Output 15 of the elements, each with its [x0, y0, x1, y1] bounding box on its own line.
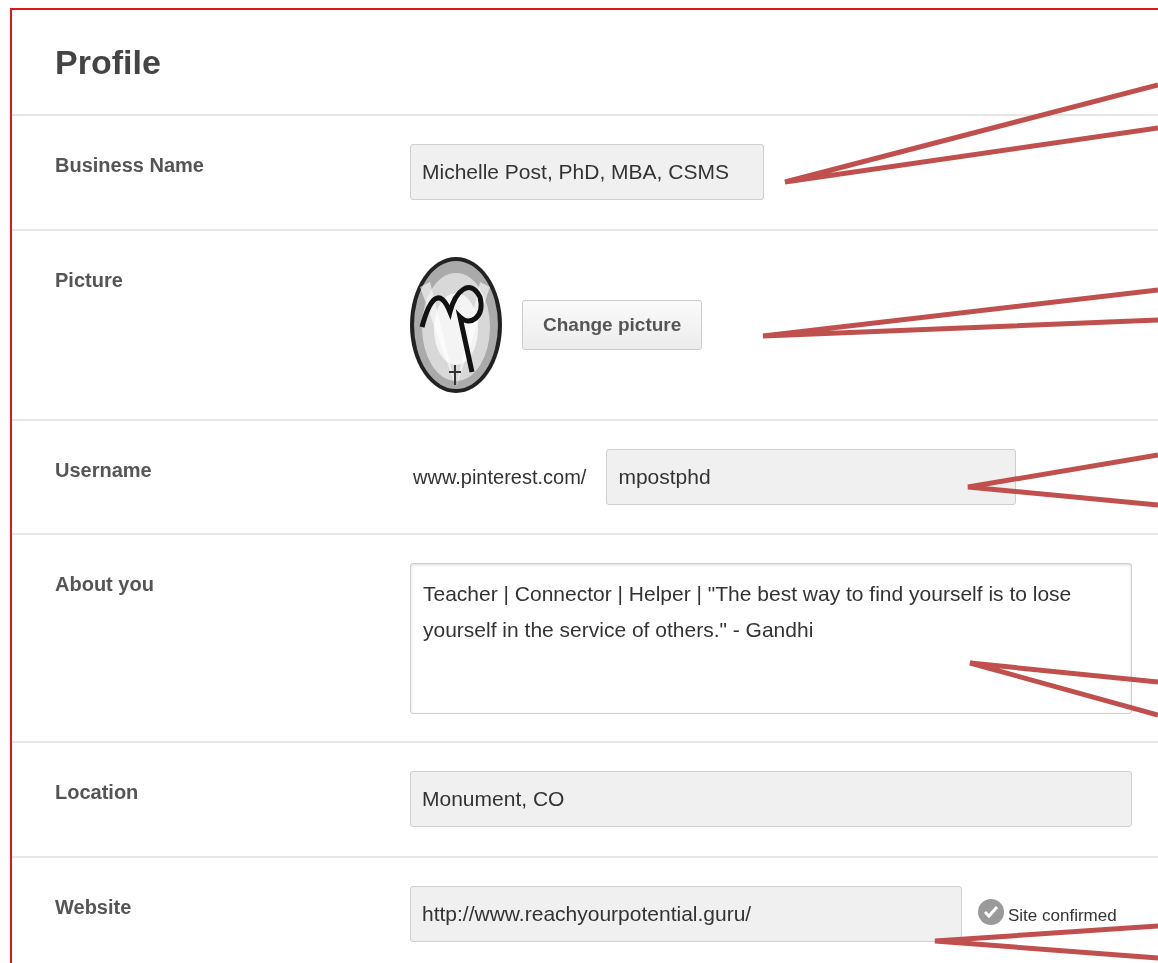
url-prefix: www.pinterest.com/: [413, 465, 587, 489]
site-status: Site confirmed: [1008, 906, 1117, 926]
website-field[interactable]: http://www.reachyourpotential.guru/: [410, 886, 962, 942]
field-label: About you: [55, 572, 155, 597]
about-field[interactable]: Teacher | Connector | Helper | "The best way to find yourself is to lose yourself in the service of others." - Gandhi: [410, 563, 1132, 714]
field-label: Location: [55, 780, 140, 805]
field-label: Website: [55, 895, 133, 920]
change-picture-button[interactable]: Change picture: [522, 300, 703, 350]
page-title: Profile: [55, 42, 161, 82]
field-label: Picture: [55, 268, 124, 293]
text-field[interactable]: Monument, CO: [410, 771, 1132, 827]
username-field[interactable]: mpostphd: [606, 449, 1017, 505]
field-label: Business Name: [55, 153, 205, 178]
field-label: Username: [55, 458, 153, 483]
text-field[interactable]: Michelle Post, PhD, MBA, CSMS: [410, 144, 764, 200]
